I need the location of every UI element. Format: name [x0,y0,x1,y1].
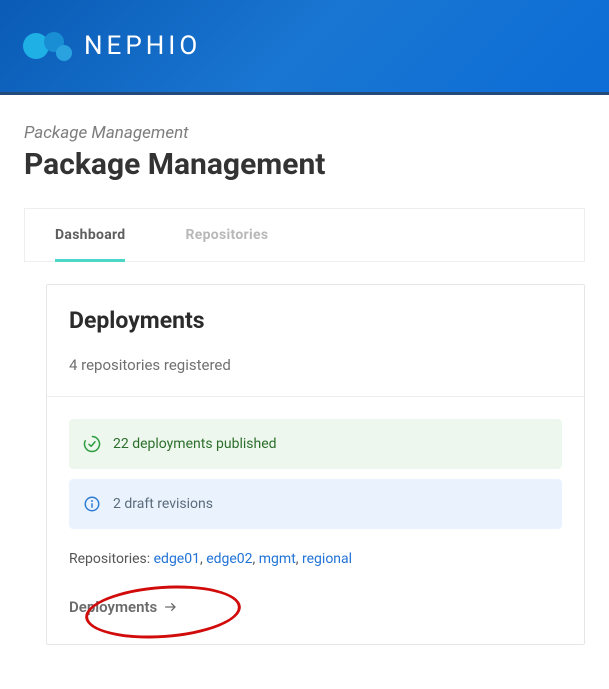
deployments-card: Deployments 4 repositories registered 22… [46,284,585,645]
repo-link-mgmt[interactable]: mgmt [259,551,296,567]
info-circle-icon [83,495,101,513]
repo-link-edge01[interactable]: edge01 [154,551,200,567]
status-published-row: 22 deployments published [69,419,562,469]
repo-link-regional[interactable]: regional [302,551,352,567]
card-title: Deployments [69,307,562,334]
tab-repositories[interactable]: Repositories [155,209,298,261]
card-subtitle: 4 repositories registered [69,356,562,374]
repositories-line: Repositories: edge01, edge02, mgmt, regi… [69,551,562,567]
brand-name: NEPHIO [84,31,201,61]
action-label: Deployments [69,598,157,616]
tab-label: Repositories [185,227,268,243]
tabs-bar: Dashboard Repositories [24,208,585,262]
status-published-text: 22 deployments published [113,436,277,452]
repo-label: Repositories: [69,551,154,567]
brand-logo[interactable]: NEPHIO [22,26,201,66]
status-drafts-text: 2 draft revisions [113,496,213,512]
arrow-right-icon [163,599,179,615]
nephio-logo-icon [22,26,78,66]
status-drafts-row: 2 draft revisions [69,479,562,529]
breadcrumb[interactable]: Package Management [24,123,585,143]
deployments-link[interactable]: Deployments [69,598,179,616]
page-title: Package Management [24,147,585,182]
tab-label: Dashboard [55,227,125,243]
repo-link-edge02[interactable]: edge02 [206,551,252,567]
main-content: Package Management Package Management Da… [0,95,609,645]
divider [47,396,584,397]
check-circle-icon [83,435,101,453]
app-header: NEPHIO [0,0,609,95]
tab-dashboard[interactable]: Dashboard [25,209,155,261]
